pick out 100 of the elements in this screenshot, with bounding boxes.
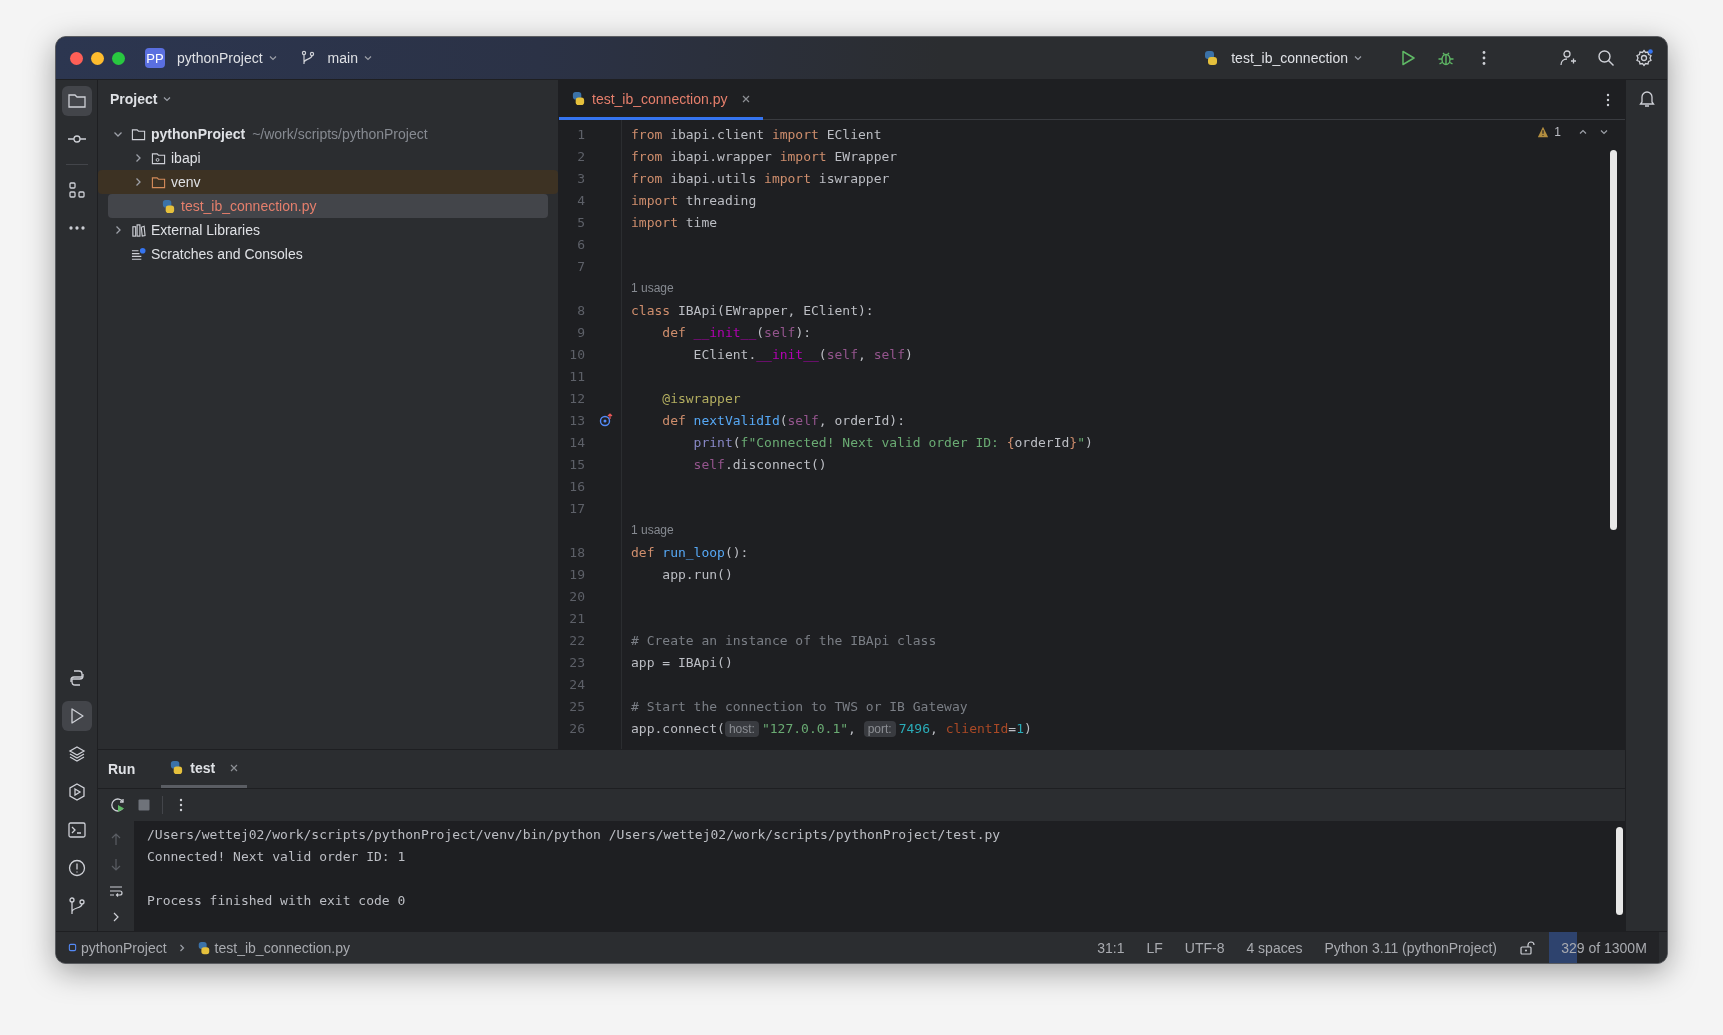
status-item[interactable]: 31:1 [1097, 939, 1125, 956]
line-number: 10 [568, 346, 585, 362]
usage-hint[interactable]: 1 usage [631, 281, 674, 295]
breadcrumb[interactable]: pythonProject [81, 939, 167, 956]
run-configuration[interactable]: test_ib_connection [1225, 46, 1369, 70]
close-icon[interactable] [229, 762, 240, 773]
line-number: 25 [568, 698, 585, 714]
unlock-icon[interactable] [1519, 939, 1535, 956]
tree-item[interactable]: pythonProject ~/work/scripts/pythonProject [98, 122, 558, 146]
line-number: 6 [576, 236, 585, 252]
status-item[interactable]: 4 spaces [1246, 939, 1303, 956]
python-icon [1203, 50, 1220, 66]
run-tab[interactable]: test [161, 750, 248, 788]
console-output-line: /Users/wettej02/work/scripts/pythonProject/venv/bin/python /Users/wettej02/work/scripts/pythonProject/test.py [147, 826, 1001, 844]
project-badge: PP [145, 48, 165, 68]
python-file-icon [571, 91, 586, 106]
usage-hint[interactable]: 1 usage [631, 523, 674, 537]
code-line: self.disconnect() [692, 456, 827, 472]
line-number: 2 [576, 148, 585, 164]
folder-icon [151, 174, 166, 190]
line-number: 17 [568, 500, 585, 516]
code-line: app.connect( host: "127.0.0.1", port: 7496, clientId=1) [631, 720, 1032, 736]
project-view-selector[interactable]: Project [104, 90, 179, 108]
close-button[interactable] [70, 51, 83, 65]
line-number: 24 [568, 676, 585, 692]
line-number: 15 [568, 456, 585, 472]
code-line: def nextValidId(self, orderId): [661, 412, 905, 428]
line-number: 19 [568, 566, 585, 582]
tree-item[interactable]: test_ib_connection.py [108, 194, 548, 218]
chevron-down-icon [362, 53, 373, 63]
breadcrumb[interactable]: test_ib_connection.py [214, 939, 351, 956]
add-user-icon[interactable] [1559, 49, 1577, 67]
override-icon[interactable] [599, 413, 613, 427]
line-number: 9 [576, 324, 585, 340]
line-number: 16 [568, 478, 585, 494]
module-icon [68, 943, 77, 952]
project-switcher[interactable]: pythonProject [171, 46, 284, 70]
editor-tab[interactable]: test_ib_connection.py [559, 80, 764, 120]
line-number: 13 [568, 412, 585, 428]
warning-icon[interactable] [1537, 126, 1550, 138]
chevron-up-icon[interactable] [1578, 127, 1588, 137]
line-number: 8 [576, 302, 585, 318]
settings-icon[interactable] [1635, 49, 1653, 67]
python-file-icon [196, 940, 211, 955]
scrollbar[interactable] [1610, 150, 1617, 530]
notifications-icon[interactable] [1636, 88, 1657, 108]
folder-icon [131, 126, 146, 142]
tree-item[interactable]: venv [98, 170, 558, 194]
run-icon[interactable] [61, 701, 92, 731]
tree-item[interactable]: ibapi [98, 146, 558, 170]
branch-switcher[interactable]: main [321, 46, 379, 70]
status-item[interactable]: UTF-8 [1184, 939, 1225, 956]
line-number: 23 [568, 654, 585, 670]
close-icon[interactable] [741, 93, 752, 104]
code-line: import threading [631, 192, 757, 208]
code-line: class IBApi(EWrapper, EClient): [631, 302, 874, 318]
rerun-icon[interactable] [110, 797, 126, 813]
line-number: 18 [568, 544, 585, 560]
python-file-icon [169, 760, 185, 775]
tree-item[interactable]: External Libraries [98, 218, 558, 242]
code-line: # Create an instance of the IBApi class [631, 632, 937, 648]
tree-item[interactable]: Scratches and Consoles [98, 242, 558, 266]
line-number: 12 [568, 390, 585, 406]
code-line: from ibapi.client import EClient [631, 126, 882, 142]
line-number: 4 [576, 192, 585, 208]
line-number: 22 [568, 632, 585, 648]
code-line: EClient.__init__(self, self) [692, 346, 913, 362]
status-item[interactable]: LF [1146, 939, 1163, 956]
search-icon[interactable] [1597, 49, 1615, 67]
library-icon [131, 222, 146, 238]
scrollbar[interactable] [1616, 827, 1623, 915]
code-line: app.run() [661, 566, 733, 582]
line-number: 21 [568, 610, 585, 626]
python-file-icon [161, 198, 176, 214]
scratches-icon [131, 246, 146, 262]
package-folder-icon [151, 150, 166, 166]
stop-icon[interactable] [136, 797, 152, 813]
soft-wrap-icon[interactable] [108, 883, 124, 899]
line-number: 26 [568, 720, 585, 736]
exit-message: Process finished with exit code 0 [147, 892, 407, 910]
run-icon[interactable] [1399, 49, 1417, 67]
chevron-down-icon[interactable] [1599, 127, 1609, 137]
line-number: 5 [576, 214, 585, 230]
chevron-down-icon [162, 94, 173, 104]
folder-icon[interactable] [61, 86, 92, 116]
zoom-button[interactable] [112, 51, 125, 65]
chevron-down-icon [1353, 53, 1363, 63]
line-number: 7 [576, 258, 585, 274]
console-output-line: Connected! Next valid order ID: 1 [147, 848, 407, 866]
code-line: # Start the connection to TWS or IB Gateway [631, 698, 968, 714]
line-number: 14 [568, 434, 585, 450]
code-line: app = IBApi() [631, 654, 733, 670]
code-line: def __init__(self): [661, 324, 812, 340]
code-line: print(f"Connected! Next valid order ID: {orderId}") [692, 434, 1093, 450]
branch-icon [299, 50, 316, 66]
status-item[interactable]: Python 3.11 (pythonProject) [1324, 939, 1497, 956]
minimize-button[interactable] [91, 51, 104, 65]
code-line: import time [631, 214, 718, 230]
code-line: from ibapi.wrapper import EWrapper [631, 148, 898, 164]
chevron-down-icon [267, 53, 278, 63]
